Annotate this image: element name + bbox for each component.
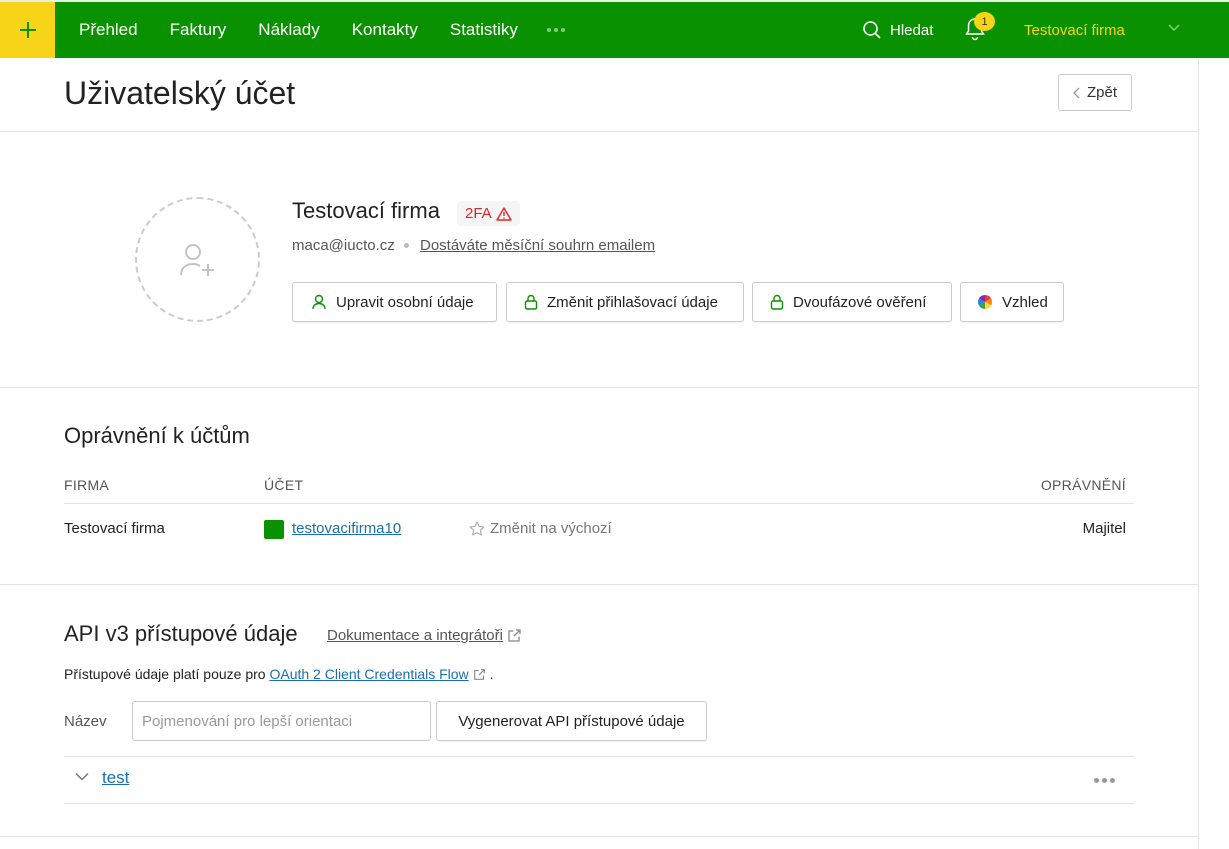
list-divider <box>64 803 1134 804</box>
add-user-icon <box>179 243 214 276</box>
lock-icon <box>770 294 784 310</box>
api-credentials-section: API v3 přístupové údaje Dokumentace a in… <box>0 585 1198 837</box>
star-icon <box>469 521 485 536</box>
documentation-link[interactable]: Dokumentace a integrátoři <box>327 627 522 644</box>
search-button[interactable]: Hledat <box>862 2 933 58</box>
token-name-link[interactable]: test <box>102 768 129 788</box>
search-icon <box>863 21 881 39</box>
account-color-swatch <box>264 520 284 539</box>
nav-item-prehled[interactable]: Přehled <box>79 20 138 40</box>
plus-icon <box>19 22 36 38</box>
set-default-label: Změnit na výchozí <box>490 520 612 537</box>
edit-personal-info-label: Upravit osobní údaje <box>336 293 474 311</box>
api-note: Přístupové údaje platí pouze pro OAuth 2… <box>64 666 494 682</box>
account-link[interactable]: testovacifirma10 <box>292 520 401 537</box>
two-factor-button[interactable]: Dvoufázové ověření <box>752 282 952 322</box>
chevron-down-icon[interactable] <box>1168 24 1180 32</box>
color-wheel-icon <box>978 295 992 309</box>
nav-item-naklady[interactable]: Náklady <box>258 20 319 40</box>
row-company: Testovací firma <box>64 520 165 537</box>
two-factor-label: Dvoufázové ověření <box>793 293 927 311</box>
chevron-down-icon[interactable] <box>75 772 89 781</box>
api-note-prefix: Přístupové údaje platí pouze pro <box>64 666 270 682</box>
column-header-permission: OPRÁVNĚNÍ <box>1040 477 1126 493</box>
appearance-button[interactable]: Vzhled <box>960 282 1064 322</box>
scrollbar[interactable] <box>1198 58 1229 849</box>
nav-item-statistiky[interactable]: Statistiky <box>450 20 518 40</box>
column-header-company: FIRMA <box>64 477 110 493</box>
nav-item-faktury[interactable]: Faktury <box>170 20 227 40</box>
warning-icon <box>495 206 512 221</box>
profile-actions: Upravit osobní údaje Změnit přihlašovací… <box>292 282 1064 322</box>
documentation-link-label: Dokumentace a integrátoři <box>327 627 503 644</box>
generate-credentials-label: Vygenerovat API přístupové údaje <box>458 712 685 730</box>
notification-count-badge: 1 <box>974 12 995 31</box>
profile-name: Testovací firma <box>292 198 440 223</box>
table-divider <box>64 503 1134 504</box>
separator-dot <box>404 243 409 248</box>
set-default-button[interactable]: Změnit na výchozí <box>469 520 612 537</box>
change-login-button[interactable]: Změnit přihlašovací údaje <box>506 282 744 322</box>
edit-personal-info-button[interactable]: Upravit osobní údaje <box>292 282 497 322</box>
external-link-icon <box>473 668 485 680</box>
change-login-label: Změnit přihlašovací údaje <box>547 293 718 311</box>
company-switcher[interactable]: Testovací firma <box>1024 2 1125 58</box>
nav-more-icon[interactable] <box>546 28 565 32</box>
name-input[interactable] <box>132 701 431 741</box>
external-link-icon <box>508 629 521 642</box>
api-note-suffix: . <box>489 666 494 682</box>
permissions-title: Oprávnění k účtům <box>64 423 250 448</box>
search-label: Hledat <box>890 21 934 39</box>
page-header: Uživatelský účet Zpět <box>0 58 1198 132</box>
row-permission: Majitel <box>1082 520 1126 537</box>
top-navigation-bar: Přehled Faktury Náklady Kontakty Statist… <box>0 0 1229 58</box>
main-nav: Přehled Faktury Náklady Kontakty Statist… <box>79 2 565 58</box>
column-header-account: ÚČET <box>264 477 304 493</box>
more-options-icon[interactable] <box>1094 778 1115 783</box>
add-new-button[interactable] <box>0 2 55 58</box>
oauth-flow-link[interactable]: OAuth 2 Client Credentials Flow <box>269 666 468 682</box>
profile-email: maca@iucto.cz <box>292 237 395 254</box>
monthly-summary-link[interactable]: Dostáváte měsíční souhrn emailem <box>420 237 655 254</box>
generate-credentials-button[interactable]: Vygenerovat API přístupové údaje <box>436 701 707 741</box>
two-factor-badge-label: 2FA <box>465 205 492 222</box>
list-divider <box>64 756 1134 757</box>
two-factor-warning-badge: 2FA <box>457 201 520 226</box>
nav-item-kontakty[interactable]: Kontakty <box>352 20 418 40</box>
api-title: API v3 přístupové údaje <box>64 621 298 646</box>
lock-icon <box>524 294 538 310</box>
name-field-label: Název <box>64 713 107 730</box>
account-permissions-section: Oprávnění k účtům FIRMA ÚČET OPRÁVNĚNÍ T… <box>0 388 1198 585</box>
page-title: Uživatelský účet <box>64 75 296 111</box>
avatar-placeholder[interactable] <box>135 197 260 322</box>
appearance-label: Vzhled <box>1002 293 1048 311</box>
profile-section: Testovací firma 2FA maca@iucto.cz Dostáv… <box>0 131 1198 388</box>
back-button-label: Zpět <box>1086 84 1117 101</box>
back-button[interactable]: Zpět <box>1058 74 1132 111</box>
user-icon <box>312 294 326 310</box>
chevron-left-icon <box>1073 87 1080 98</box>
